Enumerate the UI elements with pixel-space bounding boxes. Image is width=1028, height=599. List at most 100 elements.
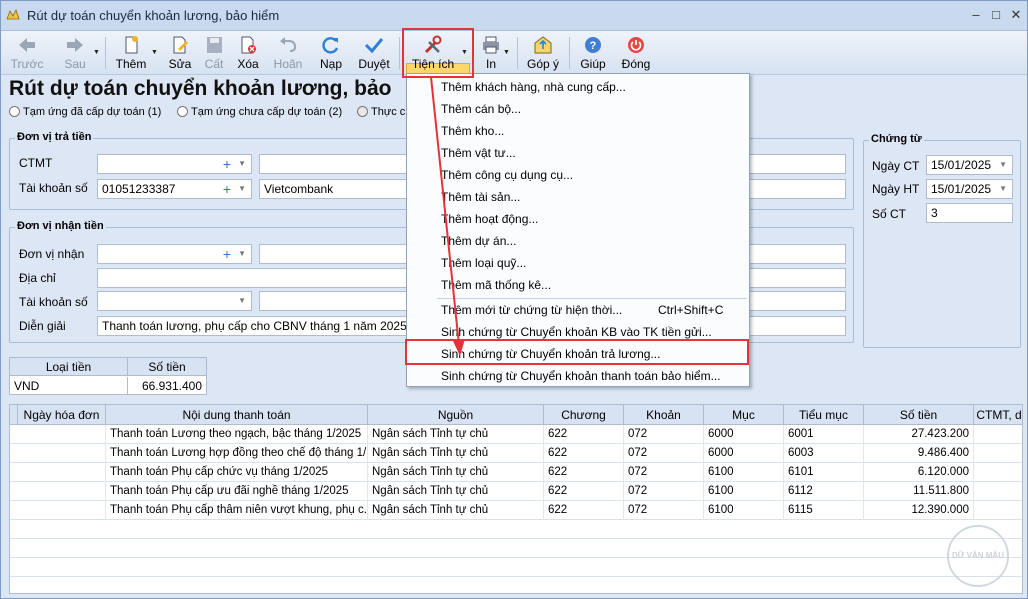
calendar-dropdown-icon[interactable]: ▼ — [999, 156, 1007, 174]
minimize-button[interactable]: – — [967, 7, 985, 23]
table-row[interactable]: Thanh toán Phụ cấp thâm niên vượt khung,… — [10, 501, 1022, 520]
payee-bank-field[interactable] — [259, 291, 409, 311]
add-icon[interactable]: + — [223, 155, 231, 173]
option-actual[interactable]: Thực c — [357, 106, 405, 118]
chevron-down-icon[interactable]: ▼ — [238, 180, 246, 198]
currency-cell[interactable]: VND — [10, 377, 128, 395]
row-selector-header — [10, 405, 18, 425]
ctmt-extra-field[interactable] — [749, 154, 846, 174]
description-label: Diễn giải — [19, 319, 66, 333]
column-header[interactable]: CTMT, d — [974, 405, 1022, 425]
arrow-left-icon — [19, 38, 35, 52]
payee-name-extra-field[interactable] — [749, 244, 846, 264]
toolbar-separator — [517, 37, 518, 69]
payee-address-field[interactable] — [97, 268, 409, 288]
next-button[interactable]: Sau — [57, 33, 93, 73]
column-header[interactable]: Ngày hóa đơn — [18, 405, 106, 425]
arrow-right-icon — [67, 38, 83, 52]
print-dropdown-arrow[interactable]: ▼ — [503, 33, 511, 73]
payee-account-field[interactable]: ▼ — [97, 291, 252, 311]
column-header[interactable]: Nội dung thanh toán — [106, 405, 368, 425]
calendar-dropdown-icon[interactable]: ▼ — [999, 180, 1007, 198]
voucher-number-field[interactable]: 3 — [926, 203, 1013, 223]
annotation-box-utilities — [402, 28, 474, 78]
description-field[interactable]: Thanh toán lương, phụ cấp cho CBNV tháng… — [97, 316, 409, 336]
table-row[interactable] — [10, 520, 1022, 539]
ctmt-field[interactable]: + ▼ — [97, 154, 252, 174]
table-row[interactable] — [10, 539, 1022, 558]
payee-unit-field[interactable]: + ▼ — [97, 244, 252, 264]
close-window-button[interactable]: ✕ — [1007, 7, 1025, 23]
print-button[interactable]: In — [477, 33, 505, 73]
maximize-button[interactable]: □ — [987, 7, 1005, 23]
delete-button[interactable]: Xóa — [233, 33, 263, 73]
radio-circle-icon — [357, 106, 368, 117]
column-header[interactable]: Mục — [704, 405, 784, 425]
feedback-button[interactable]: Góp ý — [523, 33, 563, 73]
voucher-group-label: Chứng từ — [869, 133, 924, 145]
undo-button[interactable]: Hoãn — [271, 33, 305, 73]
back-button[interactable]: Trước — [7, 33, 47, 73]
payee-bank-extra-field[interactable] — [749, 291, 846, 311]
payee-address-extra-field[interactable] — [749, 268, 846, 288]
table-row[interactable]: Thanh toán Lương theo ngạch, bậc tháng 1… — [10, 425, 1022, 444]
edit-button[interactable]: Sửa — [165, 33, 195, 73]
edit-icon — [173, 36, 188, 54]
app-icon — [6, 9, 20, 20]
chevron-down-icon[interactable]: ▼ — [238, 292, 246, 310]
table-row[interactable] — [10, 577, 1022, 593]
add-dropdown-arrow[interactable]: ▼ — [151, 33, 159, 73]
approve-button[interactable]: Duyệt — [355, 33, 393, 73]
payee-group-label: Đơn vị nhận tiền — [15, 220, 106, 232]
toolbar-separator — [105, 37, 106, 69]
undo-icon — [280, 37, 297, 52]
table-row[interactable] — [10, 558, 1022, 577]
add-button[interactable]: Thêm — [113, 33, 149, 73]
payer-bank-extra-field[interactable] — [749, 179, 846, 199]
description-extra-field[interactable] — [749, 316, 846, 336]
reload-button[interactable]: Nạp — [315, 33, 347, 73]
currency-column-header[interactable]: Loại tiền — [10, 358, 128, 376]
payer-account-field[interactable]: 01051233387 + ▼ — [97, 179, 252, 199]
date-ht-field[interactable]: 15/01/2025 ▼ — [926, 179, 1013, 199]
column-header[interactable]: Nguồn — [368, 405, 544, 425]
help-button[interactable]: ? Giúp — [575, 33, 611, 73]
payee-address-label: Địa chỉ — [19, 271, 56, 285]
add-icon[interactable]: + — [223, 245, 231, 263]
ctmt-name-field[interactable] — [259, 154, 409, 174]
currency-table: Loại tiền Số tiền VND 66.931.400 — [9, 357, 207, 395]
column-header[interactable]: Chương — [544, 405, 624, 425]
close-button[interactable]: Đóng — [617, 33, 655, 73]
app-window: Rút dự toán chuyển khoản lương, bảo hiểm… — [0, 0, 1028, 599]
chevron-down-icon[interactable]: ▼ — [238, 245, 246, 263]
amount-column-header[interactable]: Số tiền — [128, 358, 206, 376]
menu-item-gen-insurance-transfer[interactable]: Sinh chứng từ Chuyển khoản thanh toán bả… — [407, 365, 749, 387]
column-header[interactable]: Tiểu mục — [784, 405, 864, 425]
next-dropdown-arrow[interactable]: ▼ — [93, 33, 101, 73]
payer-group-label: Đơn vị trả tiền — [15, 131, 94, 143]
date-ht-label: Ngày HT — [872, 182, 920, 196]
toolbar: Trước Sau ▼ Thêm ▼ Sửa Cất Xóa Hoãn Nạp … — [1, 31, 1027, 103]
table-row[interactable]: Thanh toán Phụ cấp chức vụ tháng 1/2025 … — [10, 463, 1022, 482]
save-button[interactable]: Cất — [199, 33, 229, 73]
ctmt-label: CTMT — [19, 156, 53, 170]
column-header[interactable]: Số tiền — [864, 405, 974, 425]
watermark-stamp: DỮ VĂN MẪU — [947, 525, 1009, 587]
table-row[interactable]: Thanh toán Lương hợp đồng theo chế độ th… — [10, 444, 1022, 463]
toolbar-separator — [399, 37, 400, 69]
table-row[interactable]: Thanh toán Phụ cấp ưu đãi nghề tháng 1/2… — [10, 482, 1022, 501]
amount-cell[interactable]: 66.931.400 — [128, 377, 206, 395]
window-title: Rút dự toán chuyển khoản lương, bảo hiểm — [27, 8, 280, 23]
payee-name-field[interactable] — [259, 244, 409, 264]
add-icon[interactable]: + — [223, 180, 231, 198]
column-header[interactable]: Khoản — [624, 405, 704, 425]
checkmark-icon — [364, 38, 384, 54]
payer-bank-field[interactable]: Vietcombank — [259, 179, 409, 199]
option-advance-allocated[interactable]: Tạm ứng đã cấp dự toán (1) — [9, 106, 161, 118]
date-ct-field[interactable]: 15/01/2025 ▼ — [926, 155, 1013, 175]
chevron-down-icon[interactable]: ▼ — [238, 155, 246, 173]
option-advance-unallocated[interactable]: Tạm ứng chưa cấp dự toán (2) — [177, 106, 342, 118]
svg-text:?: ? — [590, 40, 597, 52]
detail-grid: Ngày hóa đơn Nội dung thanh toán Nguồn C… — [9, 404, 1023, 594]
voucher-number-label: Số CT — [872, 207, 907, 221]
